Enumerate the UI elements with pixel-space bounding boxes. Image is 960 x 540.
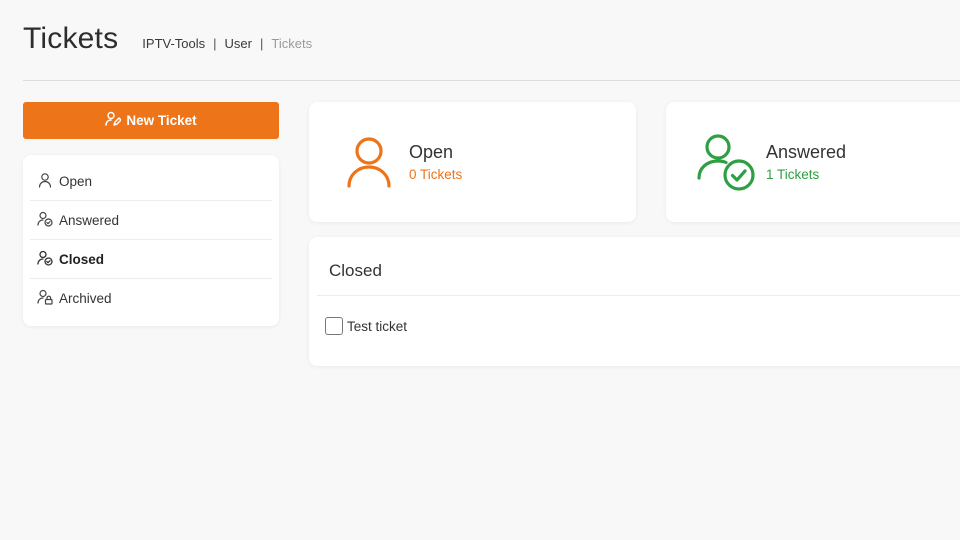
sidebar-item-archived[interactable]: Archived: [30, 279, 272, 318]
panel-title: Closed: [329, 261, 382, 280]
user-edit-icon: [105, 111, 123, 130]
open-stat-count: 0 Tickets: [409, 167, 463, 182]
tickets-page: Tickets IPTV-Tools | User | Tickets New …: [0, 0, 960, 540]
breadcrumb-iptv-tools[interactable]: IPTV-Tools: [142, 36, 205, 51]
open-stat-title: Open: [409, 142, 454, 162]
page-header: Tickets IPTV-Tools | User | Tickets: [23, 22, 312, 56]
breadcrumb-user[interactable]: User: [225, 36, 252, 51]
list-item[interactable]: Test ticket: [325, 317, 407, 335]
ticket-label[interactable]: Test ticket: [347, 319, 407, 334]
new-ticket-button[interactable]: New Ticket: [23, 102, 279, 139]
new-ticket-label: New Ticket: [126, 113, 197, 128]
ticket-status-nav: Open Answered Closed Archived: [23, 155, 279, 326]
user-check-icon: [37, 211, 59, 230]
user-icon: [37, 172, 59, 191]
answered-stat-title: Answered: [766, 142, 847, 162]
ticket-checkbox[interactable]: [325, 317, 343, 335]
header-divider: [23, 80, 960, 81]
breadcrumb-separator: |: [260, 36, 264, 51]
breadcrumb: IPTV-Tools | User | Tickets: [142, 36, 312, 51]
sidebar-item-answered[interactable]: Answered: [30, 201, 272, 240]
user-check-icon: [37, 250, 59, 269]
panel-divider: [317, 295, 960, 296]
sidebar-item-label: Archived: [59, 291, 112, 306]
sidebar-item-label: Closed: [59, 251, 105, 267]
page-title: Tickets: [23, 22, 119, 55]
sidebar-item-label: Open: [59, 173, 93, 189]
closed-tickets-panel: Closed Test ticket: [309, 237, 960, 366]
answered-stat-text: Answered 1 Tickets: [766, 142, 846, 182]
answered-stat-count: 1 Tickets: [766, 167, 820, 182]
open-stat-text: Open 0 Tickets: [409, 142, 462, 182]
breadcrumb-separator: |: [213, 36, 217, 51]
sidebar-item-label: Answered: [59, 212, 120, 228]
user-lock-icon: [37, 289, 59, 308]
user-icon: [345, 136, 393, 188]
open-tickets-card[interactable]: Open 0 Tickets: [309, 102, 636, 222]
user-check-icon: [696, 132, 756, 192]
sidebar-item-closed[interactable]: Closed: [30, 240, 272, 279]
answered-tickets-card[interactable]: Answered 1 Tickets: [666, 102, 960, 222]
breadcrumb-tickets: Tickets: [271, 36, 313, 51]
sidebar-item-open[interactable]: Open: [30, 162, 272, 201]
